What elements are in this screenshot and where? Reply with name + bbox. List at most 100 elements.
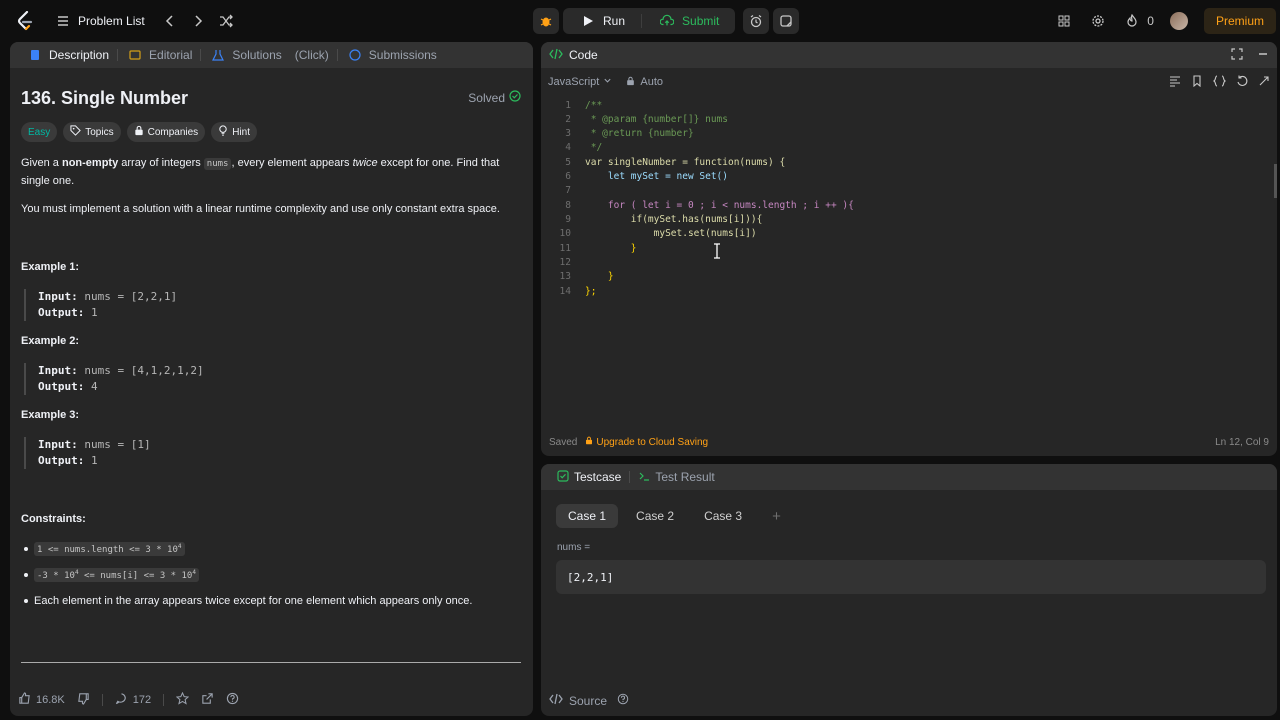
companies-label: Companies [147,126,199,138]
auto-mode-toggle[interactable]: Auto [626,76,663,89]
case-tab[interactable]: Case 3 [692,504,754,528]
debug-button[interactable] [533,8,559,34]
tab-submissions[interactable]: Submissions [338,42,445,68]
input-value: nums = [1] [84,438,151,451]
shuffle-icon[interactable] [217,12,235,30]
hint-tag[interactable]: Hint [211,122,257,142]
minimize-icon[interactable] [1257,48,1269,63]
line-number: 11 [559,243,571,254]
testcase-variable-label: nums = [557,542,591,553]
line-number: 14 [559,286,571,297]
code-toolbar: JavaScript Auto [541,68,1277,96]
input-value: nums = [4,1,2,1,2] [84,364,204,377]
line-number: 10 [559,228,571,239]
reset-icon[interactable] [1236,75,1248,90]
testcase-input[interactable]: [2,2,1] [556,560,1266,594]
code-line: } [585,271,614,282]
help-circle-icon[interactable] [226,692,239,708]
book-icon [126,46,144,64]
input-value: nums = [2,2,1] [84,290,178,303]
upgrade-label: Upgrade to Cloud Saving [596,436,709,448]
line-number: 7 [565,185,571,196]
code-line: * @return {number} [585,128,694,139]
topics-tag[interactable]: Topics [63,122,121,142]
upgrade-link[interactable]: Upgrade to Cloud Saving [585,436,708,448]
tab-testcase[interactable]: Testcase [549,464,629,490]
chevron-left-icon[interactable] [161,12,179,30]
comments-button[interactable]: 172 [115,692,151,708]
timer-button[interactable] [743,8,770,34]
case-tab[interactable]: Case 2 [624,504,686,528]
saved-status: Saved [549,436,578,448]
language-select[interactable]: JavaScript [548,76,612,88]
braces-icon[interactable] [1212,74,1227,90]
leetcode-logo[interactable] [14,10,36,32]
input-label: Input: [38,364,78,377]
submit-label: Submit [682,14,720,28]
check-circle-icon [509,90,521,105]
run-submit-group: Run Submit [563,8,736,34]
layout-grid-icon[interactable] [1055,12,1073,30]
statement-text: , every element appears [231,157,353,169]
maximize-icon[interactable] [1231,47,1243,63]
companies-tag[interactable]: Companies [126,122,206,142]
settings-gear-icon[interactable] [1089,12,1107,30]
run-button[interactable]: Run [569,8,635,34]
example-3-title: Example 3: [21,409,80,421]
chevron-right-icon[interactable] [189,12,207,30]
editor-scrollbar[interactable] [1274,164,1277,198]
code-header-title: Code [569,48,598,62]
constraint-text: -3 * 10 [37,571,75,581]
add-case-button[interactable]: + [760,504,793,528]
case-tab[interactable]: Case 1 [556,504,619,528]
tab-test-result[interactable]: Test Result [630,464,722,490]
thumbs-down-icon[interactable] [77,692,90,708]
constraint-code: 1 <= nums.length <= 3 * 104 [34,542,185,556]
source-link[interactable]: Source [549,693,629,708]
format-lines-icon[interactable] [1169,75,1181,90]
expand-diagonal-icon[interactable] [1258,75,1270,90]
run-label: Run [603,14,626,28]
code-line: /** [585,100,603,111]
help-circle-icon[interactable] [617,693,629,708]
user-avatar[interactable] [1169,12,1188,30]
code-line: for ( let i = 0 ; i < nums.length ; i ++… [585,200,854,211]
source-label: Source [569,693,608,708]
testcase-tabs: Testcase Test Result [541,464,1277,490]
premium-button[interactable]: Premium [1203,8,1276,34]
tab-description[interactable]: Description [18,42,117,68]
streak-counter[interactable]: 0 [1123,12,1154,30]
checkbox-icon [557,469,569,485]
share-icon[interactable] [201,692,214,708]
constraint-item: -3 * 104 <= nums[i] <= 3 * 104 [24,568,199,582]
mode-value: Auto [640,76,663,88]
history-icon [346,46,364,64]
tab-description-label: Description [49,48,110,62]
like-button[interactable]: 16.8K [18,692,65,708]
inline-code: nums [203,158,232,170]
click-annotation: (Click) [294,48,329,62]
fire-icon [1123,12,1141,30]
submit-button[interactable]: Submit [648,8,729,34]
cloud-upload-icon [658,12,676,30]
constraint-text: 1 <= nums.length <= 3 * 10 [37,545,178,555]
line-number: 9 [565,214,571,225]
code-editor[interactable]: 1 /** 2 * @param {number[]} nums 3 * @ret… [541,98,1277,428]
output-value: 1 [90,454,98,467]
tab-solutions[interactable]: Solutions (Click) [201,42,336,68]
testcase-panel: Testcase Test Result Case 1 Case 2 Case … [541,464,1277,716]
star-icon[interactable] [175,691,190,708]
bookmark-icon[interactable] [1191,74,1203,90]
tab-editorial[interactable]: Editorial [118,42,200,68]
output-label: Output: [38,380,85,393]
hint-label: Hint [232,126,250,138]
tag-icon [70,125,82,139]
example-3-block: Input: nums = [1] Output: 1 [24,437,151,469]
thumbs-up-icon [18,692,31,708]
line-number: 4 [565,142,571,153]
problem-statement: Given a non-empty array of integers nums… [21,155,516,190]
problem-list-button[interactable]: Problem List [54,12,145,30]
statement-bold: non-empty [61,157,119,169]
notes-button[interactable] [773,8,800,34]
divider [21,662,521,663]
